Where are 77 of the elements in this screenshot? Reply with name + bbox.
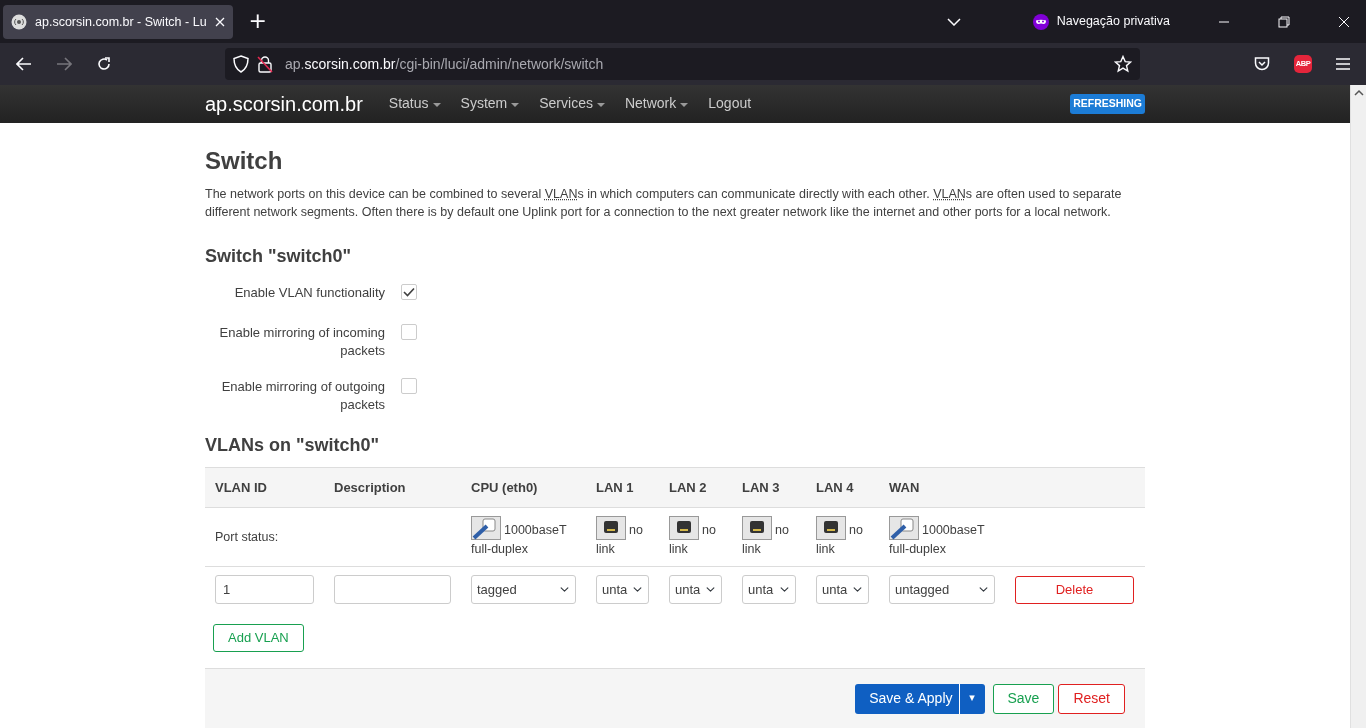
column-header: VLAN ID [205, 467, 324, 508]
delete-button[interactable]: Delete [1015, 575, 1134, 604]
nav-menu-item[interactable]: Logout [698, 93, 762, 115]
save-button[interactable]: Save [992, 683, 1055, 714]
forward-arrow-icon [56, 57, 72, 71]
port-cable-icon [471, 516, 501, 540]
column-header: CPU (eth0) [461, 467, 586, 508]
pocket-icon[interactable] [1254, 56, 1270, 72]
ethernet-port-icon [816, 516, 846, 540]
checkbox[interactable] [401, 377, 417, 394]
port-status-text: no [702, 523, 716, 537]
column-header: LAN 1 [586, 467, 659, 508]
vlan-id-field[interactable]: 1 [215, 575, 314, 604]
checkbox[interactable] [401, 323, 417, 340]
port-mode-select[interactable]: untagged [889, 575, 995, 604]
brand-title[interactable]: ap.scorsin.com.br [205, 88, 363, 119]
menu-icon[interactable] [1336, 58, 1350, 70]
private-browsing-label: Navegação privativa [1056, 13, 1170, 31]
radio-waves-icon [11, 14, 27, 30]
save-apply-button[interactable]: Save & Apply [855, 683, 959, 714]
port-mode-select[interactable]: unta [816, 575, 869, 604]
new-tab-button[interactable]: + [248, 8, 268, 34]
port-status-text: link [669, 540, 688, 558]
page-title: Switch [205, 145, 284, 176]
back-arrow-icon[interactable] [16, 57, 32, 71]
add-vlan-button[interactable]: Add VLAN [213, 624, 304, 652]
port-status-text: 1000baseT [922, 523, 985, 537]
port-mode-select[interactable]: unta [596, 575, 649, 604]
split-dropdown-button[interactable]: ▾ [958, 683, 985, 714]
chevron-down-icon[interactable] [946, 17, 961, 26]
port-status-text: no [775, 523, 789, 537]
checkbox[interactable] [401, 283, 417, 300]
reset-button[interactable]: Reset [1058, 683, 1125, 714]
nav-menu-item[interactable]: System [450, 93, 530, 115]
port-status-text: 1000baseT [504, 523, 567, 537]
port-status-text: link [596, 540, 615, 558]
port-status-label: Port status: [205, 507, 324, 567]
shield-icon [233, 55, 249, 73]
port-mode-select[interactable]: unta [669, 575, 722, 604]
column-header: LAN 4 [806, 467, 879, 508]
tab-title: ap.scorsin.com.br - Switch - Lu [35, 13, 207, 31]
option-label: Enable mirroring of incoming packets [218, 323, 385, 360]
scroll-up-icon[interactable] [1353, 89, 1364, 96]
nav-menu-item[interactable]: Network [614, 93, 699, 115]
star-icon[interactable] [1114, 55, 1132, 73]
port-status-text: full-duplex [889, 540, 946, 558]
column-header: LAN 2 [659, 467, 732, 508]
port-cable-icon [889, 516, 919, 540]
port-mode-select[interactable]: tagged [471, 575, 576, 604]
ethernet-port-icon [669, 516, 699, 540]
column-header: WAN [879, 467, 1005, 508]
section-heading: Switch "switch0" [205, 244, 353, 268]
section-heading: VLANs on "switch0" [205, 433, 381, 457]
browser-tab[interactable]: ap.scorsin.com.br - Switch - Lu [3, 5, 233, 39]
close-icon[interactable] [1338, 15, 1350, 28]
port-status-text: no [629, 523, 643, 537]
reload-icon[interactable] [96, 56, 112, 72]
page-description: The network ports on this device can be combined to several VLANs in which computers can communicate directly with each other. VLANs are often used to separate different network segments. Often there is by default one Uplink port for a connection to the next greater network like the internet and other ports for a local network. [205, 185, 1123, 221]
nav-menu-item[interactable]: Status [378, 93, 451, 115]
column-header: LAN 3 [732, 467, 806, 508]
port-status-text: link [742, 540, 761, 558]
port-mode-select[interactable]: unta [742, 575, 796, 604]
option-label: Enable mirroring of outgoing packets [220, 377, 385, 414]
option-label: Enable VLAN functionality [233, 283, 385, 302]
ethernet-port-icon [596, 516, 626, 540]
port-status-text: full-duplex [471, 540, 528, 558]
nav-menu-item[interactable]: Services [529, 93, 615, 115]
insecure-lock-icon [257, 55, 273, 73]
port-status-text: no [849, 523, 863, 537]
ethernet-port-icon [742, 516, 772, 540]
mask-icon [1032, 13, 1049, 30]
column-header: Description [324, 467, 461, 508]
refreshing-badge[interactable]: REFRESHING [1070, 93, 1145, 114]
description-field[interactable] [334, 575, 451, 604]
restore-icon[interactable] [1278, 15, 1290, 28]
port-status-text: link [816, 540, 835, 558]
close-icon[interactable] [214, 17, 225, 27]
